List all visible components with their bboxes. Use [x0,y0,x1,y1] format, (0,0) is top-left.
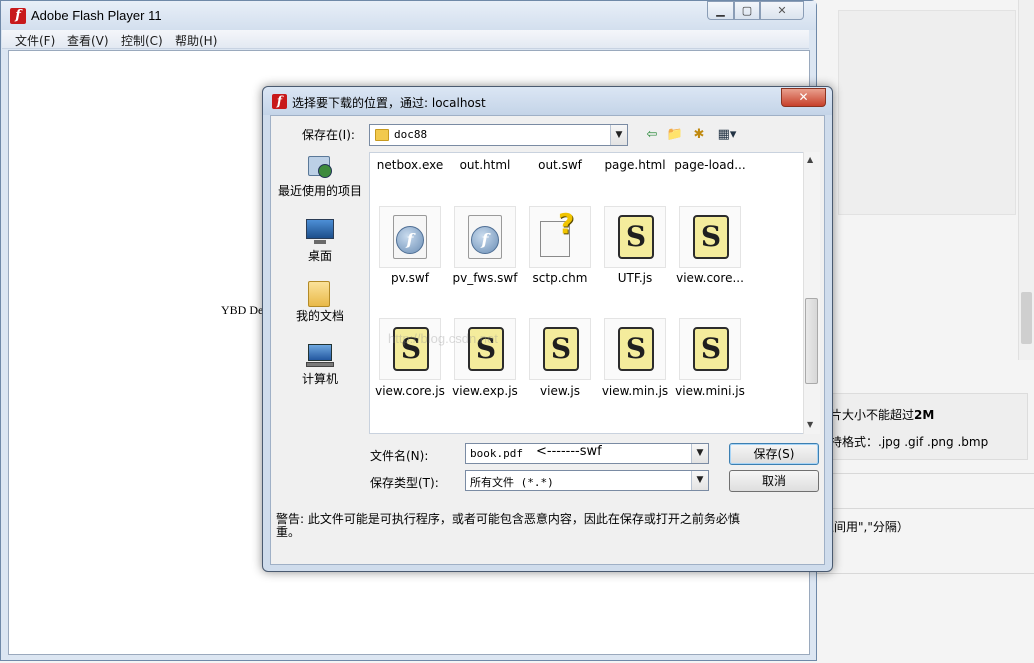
desktop-icon [305,219,335,247]
recent-items-icon [305,154,335,182]
dialog-title: 选择要下载的位置，通过: localhost [292,96,486,110]
filetype-dropdown[interactable]: 所有文件 (*.*) ▼ [465,470,709,491]
filename-value: book.pdf [470,447,523,460]
list-item[interactable]: f [379,206,441,268]
save-in-value: doc88 [394,128,428,141]
divider [815,573,1034,574]
folder-icon [375,129,389,141]
menu-view[interactable]: 查看(V) [67,32,109,49]
list-item[interactable]: S [454,318,516,380]
window-title: Adobe Flash Player 11 [31,8,162,23]
file-netbox-exe[interactable]: netbox.exe [370,158,450,172]
js-script-icon: S [618,327,654,371]
file-name[interactable]: pv_fws.swf [445,271,525,285]
place-computer-label: 计算机 [301,372,338,386]
save-button[interactable]: 保存(S) [729,443,819,465]
background-scrollbar-thumb[interactable] [1021,292,1032,344]
flash-content-text: YBD De [221,303,264,317]
size-limit-note: 片大小不能超过2M [830,408,935,422]
flash-titlebar[interactable]: f Adobe Flash Player 11 ▁ ▢ ✕ [1,1,816,30]
cancel-button[interactable]: 取消 [729,470,819,492]
flash-logo-icon: f [10,8,26,24]
divider [815,508,1034,509]
place-recent-label: 最近使用的项目 [277,184,362,198]
place-desktop[interactable]: 桌面 [276,219,364,263]
menu-bar: 文件(F) 查看(V) 控制(C) 帮助(H) [2,30,809,49]
filename-input[interactable]: book.pdf <-------swf ▼ [465,443,709,464]
place-documents-label: 我的文档 [295,309,344,323]
filename-label: 文件名(N): [370,449,429,463]
back-icon[interactable]: ⇦ [642,126,662,144]
computer-icon [305,342,335,370]
filename-annotation: <-------swf [536,444,602,459]
place-computer[interactable]: 计算机 [276,342,364,386]
menu-file[interactable]: 文件(F) [15,32,55,49]
list-item[interactable]: ? [529,206,591,268]
file-name[interactable]: view.exp.js [445,384,525,398]
list-item[interactable]: S [379,318,441,380]
separator-note: 之间用","分隔） [822,520,909,534]
file-page-load[interactable]: page-load... [670,158,750,172]
menu-control[interactable]: 控制(C) [121,32,163,49]
file-name[interactable]: view.mini.js [670,384,750,398]
view-menu-icon[interactable]: ▦▾ [712,126,742,144]
minimize-icon[interactable]: ▁ [707,1,734,20]
security-warning: 警告: 此文件可能是可执行程序，或者可能包含恶意内容，因此在保存或打开之前务必慎… [276,512,740,539]
js-script-icon: S [693,215,729,259]
js-script-icon: S [618,215,654,259]
file-name[interactable]: pv.swf [370,271,450,285]
list-item[interactable]: S [604,206,666,268]
flash-file-icon: f [471,226,499,254]
file-page-html[interactable]: page.html [595,158,675,172]
save-in-dropdown[interactable]: doc88 ▼ [369,124,628,146]
file-name[interactable]: UTF.js [595,271,675,285]
background-panel [838,10,1016,215]
watermark: http://blog.csdn.net [388,331,498,346]
js-script-icon: S [543,327,579,371]
chevron-down-icon[interactable]: ▼ [610,125,627,145]
chm-help-icon: ? [558,207,575,240]
chevron-down-icon[interactable]: ▼ [691,471,708,490]
flash-file-icon: f [396,226,424,254]
place-recent[interactable]: 最近使用的项目 [276,154,364,198]
flash-logo-icon: f [272,94,287,109]
dialog-titlebar[interactable]: f 选择要下载的位置，通过: localhost ✕ [263,87,832,115]
file-name[interactable]: view.min.js [595,384,675,398]
scroll-down-icon[interactable]: ▼ [807,420,813,429]
file-name[interactable]: view.core.js [370,384,450,398]
file-out-html[interactable]: out.html [445,158,525,172]
place-desktop-label: 桌面 [307,249,332,263]
place-documents[interactable]: 我的文档 [276,279,364,323]
file-name[interactable]: view.core... [670,271,750,285]
save-in-label: 保存在(I): [302,128,355,142]
list-item[interactable]: S [679,318,741,380]
menu-help[interactable]: 帮助(H) [175,32,217,49]
divider [815,473,1034,474]
documents-folder-icon [305,279,335,307]
list-item[interactable]: S [604,318,666,380]
file-name[interactable]: view.js [520,384,600,398]
filetype-label: 保存类型(T): [370,476,439,490]
file-list-scrollbar[interactable]: ▲ ▼ [803,152,820,434]
filetype-value: 所有文件 (*.*) [470,476,554,489]
list-item[interactable]: S [529,318,591,380]
list-item[interactable]: S [679,206,741,268]
file-out-swf[interactable]: out.swf [520,158,600,172]
list-item[interactable]: f [454,206,516,268]
maximize-icon[interactable]: ▢ [734,1,760,20]
format-note: 持格式：.jpg .gif .png .bmp [830,435,989,449]
js-script-icon: S [693,327,729,371]
chevron-down-icon[interactable]: ▼ [691,444,708,463]
file-name[interactable]: sctp.chm [520,271,600,285]
new-folder-icon[interactable]: ✱ [689,126,709,144]
close-icon[interactable]: ✕ [760,1,804,20]
scroll-up-icon[interactable]: ▲ [807,155,813,164]
close-icon[interactable]: ✕ [781,88,826,107]
up-folder-icon[interactable]: 📁 [665,126,685,144]
window-controls: ▁ ▢ ✕ [707,1,804,20]
file-list-scrollbar-thumb[interactable] [805,298,818,384]
